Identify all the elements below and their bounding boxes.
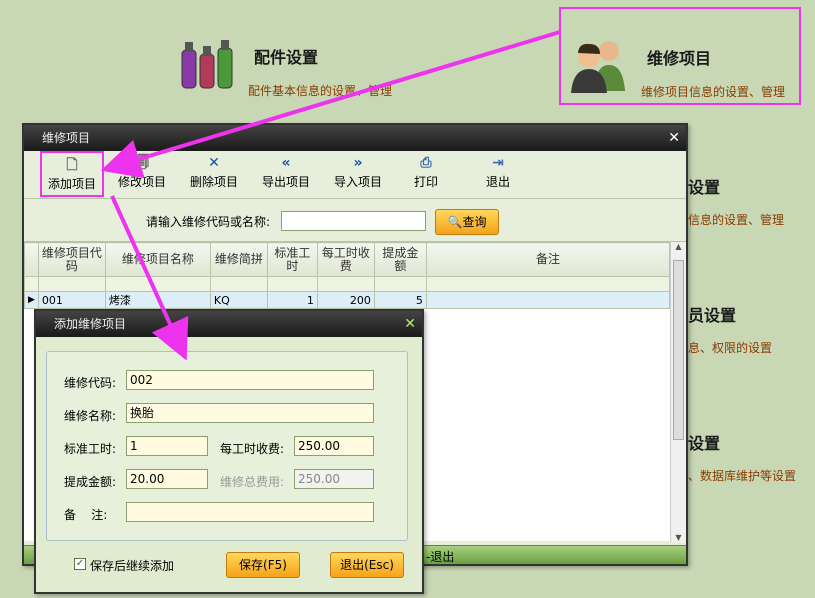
delete-x-icon: ✕: [208, 155, 220, 171]
import-item-button[interactable]: » 导入项目: [326, 151, 390, 197]
items-table: 维修项目代码 维修项目名称 维修简拼 标准工时 每工时收费 提成金额 备注 ▶ …: [24, 242, 671, 309]
edit-item-label: 修改项目: [117, 175, 166, 189]
col-note-header[interactable]: 备注: [425, 242, 671, 277]
side-item-1-desc: 信息的设置、管理: [688, 213, 785, 227]
continue-label[interactable]: 保存后继续添加: [90, 557, 174, 574]
edit-item-button[interactable]: 🗐 修改项目: [110, 151, 174, 197]
col-commission-header[interactable]: 提成金额: [373, 242, 427, 277]
rate-label: 每工时收费:: [220, 442, 285, 456]
scroll-thumb[interactable]: [673, 260, 684, 440]
parts-tile-title[interactable]: 配件设置: [254, 44, 318, 68]
cell-pinyin[interactable]: KQ: [209, 291, 268, 309]
exit-label: 退出: [485, 175, 510, 189]
col-rate-header[interactable]: 每工时收费: [316, 242, 375, 277]
edit-document-icon: 🗐: [135, 155, 149, 171]
search-button[interactable]: 🔍查询: [435, 209, 499, 235]
name-field[interactable]: 换胎: [126, 403, 374, 423]
repair-tile-title: 维修项目: [647, 49, 712, 68]
users-icon: [569, 35, 629, 95]
side-item-3-title[interactable]: 设置: [688, 430, 720, 454]
export-item-button[interactable]: « 导出项目: [254, 151, 318, 197]
total-label: 维修总费用:: [220, 475, 285, 489]
printer-icon: ⎙: [420, 155, 432, 171]
save-button[interactable]: 保存(F5): [226, 552, 300, 578]
cell-rate[interactable]: 200: [316, 291, 375, 309]
std-hours-label: 标准工时:: [64, 442, 117, 456]
dialog-close-icon[interactable]: ✕: [404, 311, 416, 337]
window-titlebar: 维修项目 ✕: [24, 125, 686, 151]
commission-field[interactable]: 20.00: [126, 469, 208, 489]
import-item-label: 导入项目: [333, 175, 382, 189]
code-label: 维修代码:: [64, 376, 117, 390]
continue-checkbox[interactable]: ✓: [74, 558, 86, 570]
add-item-dialog: 添加维修项目 ✕ 维修代码: 002 维修名称: 换胎 标准工时: 1 每工时收…: [34, 309, 424, 594]
cell-code[interactable]: 001: [37, 291, 106, 309]
note-field[interactable]: [126, 502, 374, 522]
rate-field[interactable]: 250.00: [294, 436, 374, 456]
search-button-label: 查询: [462, 215, 487, 229]
cell-note[interactable]: [425, 291, 671, 309]
delete-item-label: 删除项目: [189, 175, 238, 189]
search-input[interactable]: [281, 211, 426, 231]
double-left-arrow-icon: «: [281, 155, 291, 171]
vertical-scrollbar[interactable]: ▲ ▼: [670, 242, 686, 542]
cell-hours[interactable]: 1: [266, 291, 318, 309]
print-label: 打印: [413, 175, 438, 189]
add-item-label: 添加项目: [47, 177, 96, 191]
double-right-arrow-icon: »: [353, 155, 363, 171]
dialog-titlebar: 添加维修项目 ✕: [36, 311, 422, 337]
col-code-header[interactable]: 维修项目代码: [37, 242, 106, 277]
toolbar: 🗋 添加项目 🗐 修改项目 ✕ 删除项目 « 导出项目 » 导入项目 ⎙ 打印 …: [24, 151, 686, 199]
parts-tile-desc: 配件基本信息的设置、管理: [248, 84, 393, 98]
repair-tile-desc: 维修项目信息的设置、管理: [641, 85, 786, 99]
side-item-1-title[interactable]: 设置: [688, 174, 720, 198]
search-bar: 请输入维修代码或名称: 🔍查询: [24, 201, 686, 239]
search-label: 请输入维修代码或名称:: [146, 215, 271, 229]
row-selector-header: [24, 242, 39, 277]
col-hours-header[interactable]: 标准工时: [266, 242, 318, 277]
row-pointer-icon: ▶: [24, 291, 39, 309]
col-pinyin-header[interactable]: 维修简拼: [209, 242, 268, 277]
col-name-header[interactable]: 维修项目名称: [104, 242, 211, 277]
std-hours-field[interactable]: 1: [126, 436, 208, 456]
table-row[interactable]: ▶ 001 烤漆 KQ 1 200 5: [24, 291, 671, 309]
filter-row: [24, 276, 671, 292]
side-item-2-desc: 息、权限的设置: [688, 341, 773, 355]
note-label: 备 注:: [64, 508, 108, 522]
export-item-label: 导出项目: [261, 175, 310, 189]
cell-commission[interactable]: 5: [373, 291, 427, 309]
new-document-icon: 🗋: [66, 157, 78, 173]
delete-item-button[interactable]: ✕ 删除项目: [182, 151, 246, 197]
print-button[interactable]: ⎙ 打印: [400, 151, 452, 197]
dialog-exit-button[interactable]: 退出(Esc): [330, 552, 404, 578]
exit-button[interactable]: ⇥ 退出: [472, 151, 524, 197]
commission-label: 提成金额:: [64, 475, 117, 489]
status-text: -退出: [426, 550, 455, 564]
repair-tile[interactable]: 维修项目 维修项目信息的设置、管理: [559, 7, 801, 105]
close-icon[interactable]: ✕: [668, 125, 680, 151]
scroll-up-icon[interactable]: ▲: [671, 242, 686, 251]
scroll-down-icon[interactable]: ▼: [671, 533, 686, 542]
exit-door-icon: ⇥: [492, 155, 504, 171]
add-item-button[interactable]: 🗋 添加项目: [40, 151, 104, 197]
total-field: 250.00: [294, 469, 374, 489]
window-title: 维修项目: [42, 131, 91, 145]
side-item-2-title[interactable]: 员设置: [688, 302, 736, 326]
parts-icon[interactable]: [180, 40, 236, 90]
name-label: 维修名称:: [64, 409, 117, 423]
table-header-row: 维修项目代码 维修项目名称 维修简拼 标准工时 每工时收费 提成金额 备注: [24, 242, 671, 277]
code-field[interactable]: 002: [126, 370, 374, 390]
dialog-title: 添加维修项目: [54, 317, 127, 331]
search-icon: 🔍: [447, 215, 463, 229]
side-item-3-desc: 、数据库维护等设置: [688, 469, 797, 483]
cell-name[interactable]: 烤漆: [104, 291, 211, 309]
